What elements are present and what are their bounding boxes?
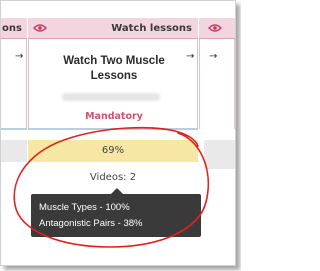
watch-lessons-header[interactable]: Watch lessons: [28, 18, 198, 39]
lesson-title-line-2: Lessons: [90, 70, 138, 82]
lesson-title: Watch Two Muscle Lessons: [29, 54, 199, 84]
tooltip-caret: [111, 188, 123, 194]
tooltip-line-muscle-types: Muscle Types - 100%: [39, 202, 130, 213]
tooltip-line-antagonistic-pairs: Antagonistic Pairs - 38%: [39, 218, 143, 229]
left-card-bottom-border: [1, 128, 27, 130]
lesson-card-bottom-border: [28, 128, 198, 130]
blurred-date-range: [62, 93, 160, 101]
right-lesson-column: →: [199, 1, 235, 265]
eye-icon[interactable]: [33, 23, 47, 33]
videos-count[interactable]: Videos: 2: [28, 172, 198, 183]
left-lesson-card[interactable]: →: [1, 39, 27, 129]
lesson-card[interactable]: → Watch Two Muscle Lessons Mandatory: [28, 39, 198, 129]
left-lesson-column: ons →: [1, 1, 27, 265]
eye-icon[interactable]: [208, 23, 222, 33]
progress-tooltip: Muscle Types - 100% Antagonistic Pairs -…: [31, 188, 201, 237]
arrow-right-icon[interactable]: →: [15, 51, 23, 62]
mandatory-label: Mandatory: [85, 111, 143, 122]
arrow-right-icon[interactable]: →: [209, 51, 217, 62]
left-progress-cell: [1, 140, 27, 162]
right-column-header[interactable]: [199, 18, 235, 39]
watch-lessons-header-title: Watch lessons: [111, 23, 192, 34]
lesson-title-line-1: Watch Two Muscle: [63, 55, 165, 67]
screenshot-frame: ons → Watch lessons → Watch Two Muscle L…: [0, 0, 236, 266]
left-column-header-label: ons: [2, 23, 22, 34]
right-lesson-card[interactable]: →: [199, 39, 235, 129]
screenshot-stage: ons → Watch lessons → Watch Two Muscle L…: [0, 0, 241, 271]
right-progress-cell: [204, 140, 235, 169]
progress-percentage[interactable]: 69%: [28, 140, 198, 162]
left-column-header[interactable]: ons: [1, 18, 27, 39]
